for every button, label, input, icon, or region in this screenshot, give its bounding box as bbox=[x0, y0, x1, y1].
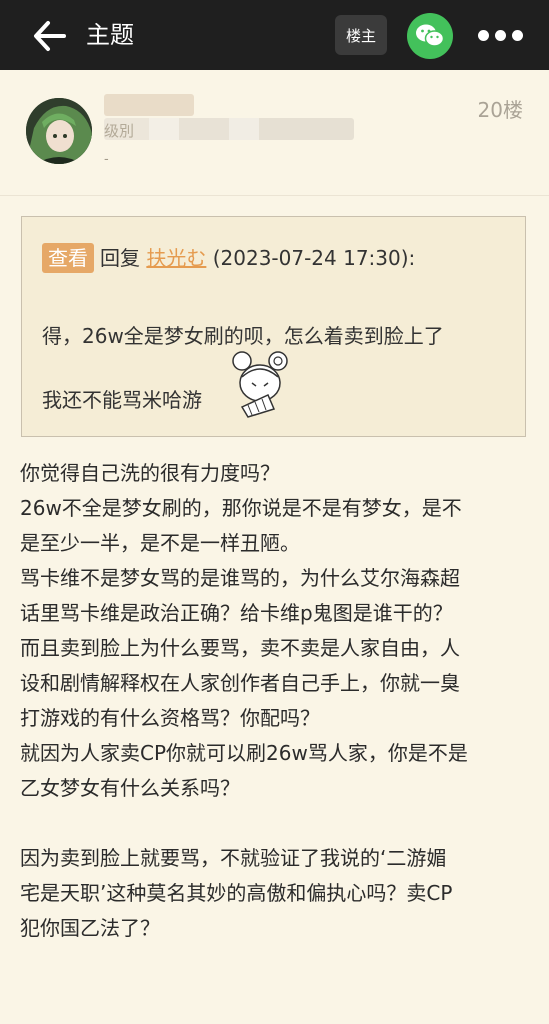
content-line: 是至少一半，是不是一样丑陋。 bbox=[20, 531, 300, 555]
user-extra: - bbox=[104, 152, 109, 167]
content-line: 26w不全是梦女刷的，那你说是不是有梦女，是不 bbox=[20, 496, 462, 520]
content-line: 话里骂卡维是政治正确？给卡维p鬼图是谁干的？ bbox=[20, 601, 453, 625]
reply-user-link[interactable]: 扶光む bbox=[146, 246, 206, 270]
wechat-share-button[interactable] bbox=[407, 13, 453, 59]
quoted-reply: 查看 回复 扶光む (2023-07-24 17:30): 得，26w全是梦女刷的… bbox=[21, 216, 526, 437]
page-title: 主题 bbox=[86, 21, 134, 49]
sticker-emoji-icon bbox=[228, 349, 292, 419]
wechat-icon bbox=[416, 24, 445, 47]
divider bbox=[0, 195, 549, 196]
avatar[interactable] bbox=[26, 98, 92, 164]
content-line: 宅是天职’这种莫名其妙的高傲和偏执心吗？卖CP bbox=[20, 881, 453, 905]
content-line: 骂卡维不是梦女骂的是谁骂的，为什么艾尔海森超 bbox=[20, 566, 460, 590]
content-line: 设和剧情解释权在人家创作者自己手上，你就一臭 bbox=[20, 671, 460, 695]
content-line: 打游戏的有什么资格骂？你配吗？ bbox=[20, 706, 320, 730]
top-bar: 主题 楼主 bbox=[0, 0, 549, 70]
floor-number: 20楼 bbox=[477, 98, 523, 122]
quote-header: 查看 回复 扶光む (2023-07-24 17:30): bbox=[42, 243, 415, 273]
post-content: 你觉得自己洗的很有力度吗？ 26w不全是梦女刷的，那你说是不是有梦女，是不 是至… bbox=[20, 456, 532, 946]
username-blurred bbox=[104, 94, 194, 116]
content-line: 犯你国乙法了？ bbox=[20, 916, 160, 940]
content-line: 你觉得自己洗的很有力度吗？ bbox=[20, 461, 280, 485]
only-op-button[interactable]: 楼主 bbox=[335, 15, 387, 55]
more-dots-icon[interactable] bbox=[478, 30, 524, 42]
reply-time: (2023-07-24 17:30): bbox=[212, 246, 416, 270]
back-arrow-icon[interactable] bbox=[32, 20, 68, 52]
content-line: 就因为人家卖CP你就可以刷26w骂人家，你是不是 bbox=[20, 741, 468, 765]
user-info-blurred bbox=[104, 118, 354, 140]
content-line: 乙女梦女有什么关系吗？ bbox=[20, 776, 240, 800]
content-line: 而且卖到脸上为什么要骂，卖不卖是人家自由，人 bbox=[20, 636, 460, 660]
reply-label: 回复 bbox=[100, 246, 140, 270]
level-text: 级別 bbox=[104, 122, 135, 140]
view-button[interactable]: 查看 bbox=[42, 243, 94, 273]
content-line: 因为卖到脸上就要骂，不就验证了我说的‘二游媚 bbox=[20, 846, 447, 870]
quote-line-2: 我还不能骂米哈游 bbox=[42, 388, 202, 412]
quote-line-1: 得，26w全是梦女刷的呗，怎么着卖到脸上了 bbox=[42, 324, 444, 348]
